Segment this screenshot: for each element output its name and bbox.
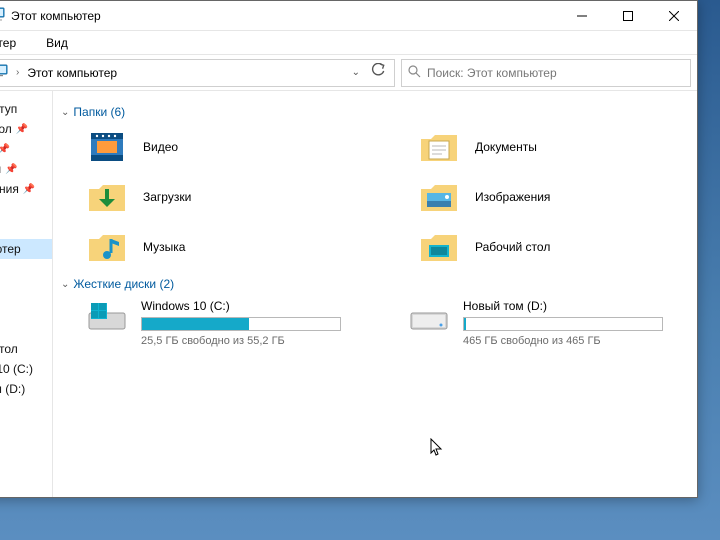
drive-usage-bar <box>141 317 341 331</box>
search-placeholder: Поиск: Этот компьютер <box>427 66 557 80</box>
folder-label: Видео <box>143 140 178 154</box>
minimize-button[interactable] <box>559 1 605 31</box>
chevron-right-icon: › <box>16 67 19 78</box>
drive-usage-fill <box>464 318 466 330</box>
folder-desktop[interactable]: Рабочий стол <box>417 227 689 267</box>
drive-name: Windows 10 (C:) <box>141 299 341 313</box>
this-pc-icon <box>0 6 5 25</box>
sidebar-item-downloads[interactable]: и📌 <box>0 139 52 159</box>
pin-icon: 📌 <box>23 184 35 195</box>
drives-grid: Windows 10 (C:) 25,5 ГБ свободно из 55,2… <box>85 299 689 347</box>
content-pane: ⌄ Папки (6) Видео Документы <box>53 91 697 497</box>
address-bar-row: › Этот компьютер ⌄ Поиск: Этот компьютер <box>0 55 697 91</box>
group-drives-label: Жесткие диски (2) <box>73 277 174 291</box>
sidebar-item-drive-c[interactable]: s 10 (C:) <box>0 359 52 379</box>
minimize-icon <box>577 11 587 21</box>
music-folder-icon <box>85 227 129 267</box>
close-icon <box>669 11 679 21</box>
folder-music[interactable]: Музыка <box>85 227 357 267</box>
navigation-sidebar: эступ стол📌 и📌 ты📌 кения📌 ьютер і стол s… <box>0 91 53 497</box>
breadcrumb-root[interactable]: Этот компьютер <box>27 66 117 80</box>
drive-c[interactable]: Windows 10 (C:) 25,5 ГБ свободно из 55,2… <box>85 299 367 347</box>
maximize-icon <box>623 11 633 21</box>
drive-usage-fill <box>142 318 249 330</box>
menu-view[interactable]: Вид <box>40 34 74 52</box>
pin-icon: 📌 <box>16 124 28 135</box>
group-folders-header[interactable]: ⌄ Папки (6) <box>61 105 689 119</box>
folder-label: Документы <box>475 140 537 154</box>
folder-pictures[interactable]: Изображения <box>417 177 689 217</box>
chevron-down-icon: ⌄ <box>61 279 69 290</box>
close-button[interactable] <box>651 1 697 31</box>
this-pc-breadcrumb-icon <box>0 63 8 82</box>
sidebar-item-drive-d[interactable]: ом (D:) <box>0 379 52 399</box>
documents-folder-icon <box>417 127 461 167</box>
drive-free-text: 465 ГБ свободно из 465 ГБ <box>463 335 663 347</box>
os-drive-icon <box>85 299 129 335</box>
pictures-folder-icon <box>417 177 461 217</box>
sidebar-item-documents[interactable]: ты📌 <box>0 159 52 179</box>
body: эступ стол📌 и📌 ты📌 кения📌 ьютер і стол s… <box>0 91 697 497</box>
pin-icon: 📌 <box>5 164 17 175</box>
folder-label: Изображения <box>475 190 550 204</box>
chevron-down-icon: ⌄ <box>61 107 69 118</box>
address-bar[interactable]: › Этот компьютер ⌄ <box>0 59 395 87</box>
videos-folder-icon <box>85 127 129 167</box>
sidebar-item-desktop2[interactable]: і стол <box>0 339 52 359</box>
window-controls <box>559 1 697 31</box>
folder-videos[interactable]: Видео <box>85 127 357 167</box>
refresh-icon[interactable] <box>370 63 386 82</box>
sidebar-item-pictures[interactable]: кения📌 <box>0 179 52 199</box>
folder-label: Музыка <box>143 240 185 254</box>
chevron-down-icon[interactable]: ⌄ <box>352 67 360 78</box>
downloads-folder-icon <box>85 177 129 217</box>
search-icon <box>408 65 421 81</box>
group-drives-header[interactable]: ⌄ Жесткие диски (2) <box>61 277 689 291</box>
drive-d[interactable]: Новый том (D:) 465 ГБ свободно из 465 ГБ <box>407 299 689 347</box>
hdd-drive-icon <box>407 299 451 335</box>
menu-bar: отер Вид <box>0 31 697 55</box>
drive-usage-bar <box>463 317 663 331</box>
menu-computer[interactable]: отер <box>0 34 22 52</box>
search-input[interactable]: Поиск: Этот компьютер <box>401 59 691 87</box>
folder-label: Загрузки <box>143 190 191 204</box>
desktop-folder-icon <box>417 227 461 267</box>
sidebar-item-quick-access[interactable]: эступ <box>0 99 52 119</box>
drive-free-text: 25,5 ГБ свободно из 55,2 ГБ <box>141 335 341 347</box>
folder-documents[interactable]: Документы <box>417 127 689 167</box>
folder-label: Рабочий стол <box>475 240 550 254</box>
drive-name: Новый том (D:) <box>463 299 663 313</box>
explorer-window: Этот компьютер отер Вид › Этот компьютер <box>0 0 698 498</box>
sidebar-item-this-pc[interactable]: ьютер <box>0 239 52 259</box>
window-title: Этот компьютер <box>11 9 101 23</box>
title-bar: Этот компьютер <box>0 1 697 31</box>
group-folders-label: Папки (6) <box>73 105 125 119</box>
sidebar-item-desktop[interactable]: стол📌 <box>0 119 52 139</box>
pin-icon: 📌 <box>0 144 10 155</box>
folder-downloads[interactable]: Загрузки <box>85 177 357 217</box>
maximize-button[interactable] <box>605 1 651 31</box>
folders-grid: Видео Документы Загрузки <box>85 127 689 267</box>
